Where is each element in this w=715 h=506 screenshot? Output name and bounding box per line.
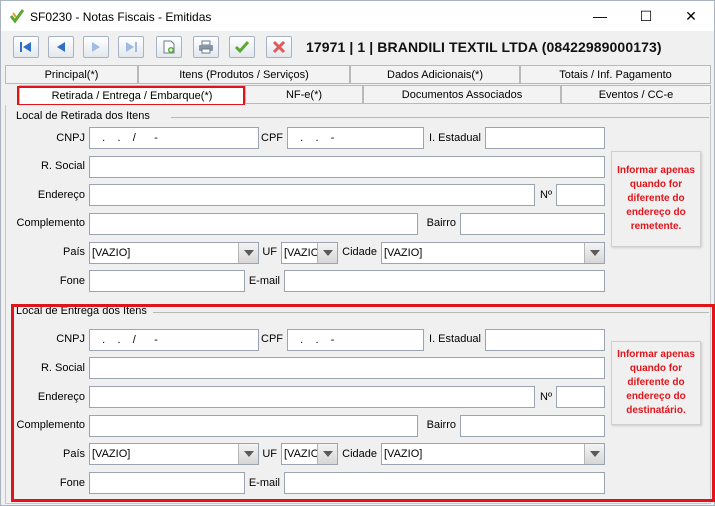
retirada-endereco-input[interactable] <box>89 184 535 206</box>
app-logo-icon <box>9 9 25 24</box>
retirada-email-input[interactable] <box>284 270 605 292</box>
close-button[interactable]: ✕ <box>668 1 714 31</box>
next-record-button[interactable] <box>83 36 109 58</box>
chevron-down-icon[interactable] <box>317 243 337 263</box>
tab-eventos[interactable]: Eventos / CC-e <box>561 85 711 104</box>
first-record-button[interactable] <box>13 36 39 58</box>
retirada-uf-select[interactable]: [VAZIO] <box>281 242 338 264</box>
retirada-endereco-label: Endereço <box>37 189 85 201</box>
record-info: 17971 | 1 | BRANDILI TEXTIL LTDA (084229… <box>306 39 662 55</box>
chevron-down-icon[interactable] <box>238 243 258 263</box>
retirada-cnpj-input[interactable]: . . / - <box>89 127 259 149</box>
print-button[interactable] <box>193 36 219 58</box>
retirada-numero-label: Nº <box>540 189 552 201</box>
new-record-button[interactable] <box>156 36 182 58</box>
retirada-numero-input[interactable] <box>556 184 605 206</box>
tab-principal[interactable]: Principal(*) <box>5 65 138 84</box>
retirada-pais-value: [VAZIO] <box>92 247 131 259</box>
cancel-button[interactable] <box>266 36 292 58</box>
active-tab-highlight <box>17 86 245 106</box>
tab-itens[interactable]: Itens (Produtos / Serviços) <box>138 65 350 84</box>
retirada-complemento-label: Complemento <box>16 217 85 229</box>
retirada-pais-label: País <box>62 246 85 258</box>
tab-nfe[interactable]: NF-e(*) <box>245 85 363 104</box>
retirada-cidade-label: Cidade <box>342 246 377 258</box>
retirada-bairro-input[interactable] <box>460 213 605 235</box>
retirada-cidade-value: [VAZIO] <box>384 247 423 259</box>
title-bar: SF0230 - Notas Fiscais - Emitidas — ☐ ✕ <box>1 1 714 31</box>
print-icon <box>198 40 214 54</box>
tab-totais[interactable]: Totais / Inf. Pagamento <box>520 65 711 84</box>
retirada-group-divider <box>171 117 709 118</box>
retirada-fone-label: Fone <box>59 275 85 287</box>
retirada-complemento-input[interactable] <box>89 213 418 235</box>
retirada-group-title: Local de Retirada dos Itens <box>16 110 150 122</box>
retirada-email-label: E-mail <box>248 275 280 287</box>
tab-dados-adicionais[interactable]: Dados Adicionais(*) <box>350 65 520 84</box>
last-record-icon <box>124 41 138 53</box>
toolbar: 17971 | 1 | BRANDILI TEXTIL LTDA (084229… <box>1 31 714 64</box>
app-window: SF0230 - Notas Fiscais - Emitidas — ☐ ✕ <box>0 0 715 506</box>
chevron-down-icon[interactable] <box>584 243 604 263</box>
entrega-section-highlight <box>11 304 715 502</box>
new-record-icon <box>162 40 176 54</box>
next-record-icon <box>90 41 102 53</box>
retirada-fone-input[interactable] <box>89 270 245 292</box>
retirada-cpf-input[interactable]: . . - <box>287 127 424 149</box>
first-record-icon <box>19 41 33 53</box>
window-title: SF0230 - Notas Fiscais - Emitidas <box>30 10 212 24</box>
retirada-note-text: Informar apenas quando for diferente do … <box>617 165 695 232</box>
cancel-x-icon <box>272 40 286 54</box>
retirada-pais-select[interactable]: [VAZIO] <box>89 242 259 264</box>
previous-record-icon <box>55 41 67 53</box>
retirada-razao-input[interactable] <box>89 156 605 178</box>
retirada-razao-label: R. Social <box>40 160 85 172</box>
retirada-cpf-label: CPF <box>261 132 283 144</box>
retirada-info-note: Informar apenas quando for diferente do … <box>611 151 701 247</box>
retirada-ie-input[interactable] <box>485 127 605 149</box>
retirada-cidade-select[interactable]: [VAZIO] <box>381 242 605 264</box>
confirm-button[interactable] <box>229 36 255 58</box>
retirada-cnpj-label: CNPJ <box>56 132 85 144</box>
maximize-button[interactable]: ☐ <box>623 1 669 31</box>
minimize-button[interactable]: — <box>577 1 623 31</box>
tab-documentos-associados[interactable]: Documentos Associados <box>363 85 561 104</box>
confirm-check-icon <box>234 40 250 54</box>
last-record-button[interactable] <box>118 36 144 58</box>
retirada-ie-label: I. Estadual <box>429 132 481 144</box>
previous-record-button[interactable] <box>48 36 74 58</box>
tab-row-1: Principal(*) Itens (Produtos / Serviços)… <box>5 65 711 84</box>
retirada-uf-label: UF <box>262 246 277 258</box>
retirada-bairro-label: Bairro <box>426 217 456 229</box>
